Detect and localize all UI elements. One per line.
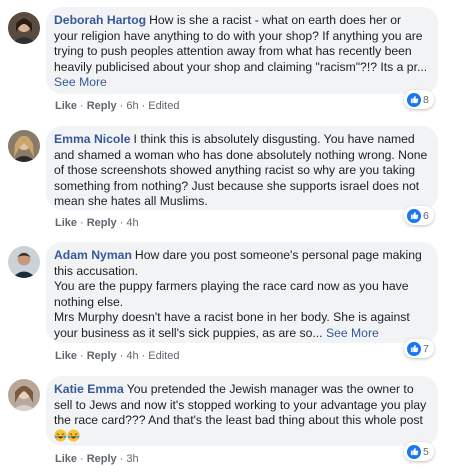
reaction-count-badge[interactable]: 5 <box>404 442 434 461</box>
like-button[interactable]: Like <box>55 453 77 465</box>
comment-bubble: Emma Nicole I think this is absolutely di… <box>46 126 438 210</box>
like-button[interactable]: Like <box>55 100 77 112</box>
comment-actions: Like · Reply · 3h <box>55 453 139 465</box>
laughing-crying-emoji-icon <box>54 429 67 442</box>
avatar[interactable] <box>8 12 40 44</box>
reaction-count: 5 <box>423 445 429 458</box>
avatar[interactable] <box>8 246 40 278</box>
thumbs-up-icon <box>407 341 421 356</box>
reaction-count-badge[interactable]: 6 <box>404 206 434 225</box>
reaction-count-badge[interactable]: 8 <box>404 90 434 109</box>
avatar[interactable] <box>8 130 40 162</box>
avatar[interactable] <box>8 379 40 411</box>
comment-bubble: Deborah Hartog How is she a racist - what… <box>46 7 438 94</box>
comment-author[interactable]: Deborah Hartog <box>54 13 146 27</box>
comment-author[interactable]: Emma Nicole <box>54 132 131 146</box>
comment-time[interactable]: 4h <box>126 217 138 229</box>
comment-time[interactable]: 4h <box>126 350 138 362</box>
reply-button[interactable]: Reply <box>87 217 117 229</box>
like-button[interactable]: Like <box>55 217 77 229</box>
see-more-link[interactable]: See More <box>326 326 379 340</box>
comment-bubble: Adam Nyman How dare you post someone's pe… <box>46 242 438 343</box>
laughing-crying-emoji-icon <box>67 429 80 442</box>
comment-actions: Like · Reply · 4h · Edited <box>55 350 180 362</box>
reply-button[interactable]: Reply <box>87 453 117 465</box>
edited-label[interactable]: Edited <box>148 350 179 362</box>
thumbs-up-icon <box>407 208 421 223</box>
reaction-count: 7 <box>423 342 429 355</box>
comment-bubble: Katie Emma You pretended the Jewish manag… <box>46 376 438 446</box>
reaction-count: 8 <box>423 93 429 106</box>
reaction-count-badge[interactable]: 7 <box>404 339 434 358</box>
reaction-count: 6 <box>423 209 429 222</box>
thumbs-up-icon <box>407 92 421 107</box>
reply-button[interactable]: Reply <box>87 350 117 362</box>
like-button[interactable]: Like <box>55 350 77 362</box>
comment-author[interactable]: Adam Nyman <box>54 248 132 262</box>
comment-text-line-2: You are the puppy farmers playing the ra… <box>54 279 409 309</box>
comment-time[interactable]: 3h <box>126 453 138 465</box>
comment-time[interactable]: 6h <box>126 100 138 112</box>
reply-button[interactable]: Reply <box>87 100 117 112</box>
thumbs-up-icon <box>407 444 421 459</box>
comment-actions: Like · Reply · 6h · Edited <box>55 100 180 112</box>
see-more-link[interactable]: See More <box>54 75 107 89</box>
edited-label[interactable]: Edited <box>148 100 179 112</box>
comment-author[interactable]: Katie Emma <box>54 382 124 396</box>
comment-actions: Like · Reply · 4h <box>55 217 139 229</box>
